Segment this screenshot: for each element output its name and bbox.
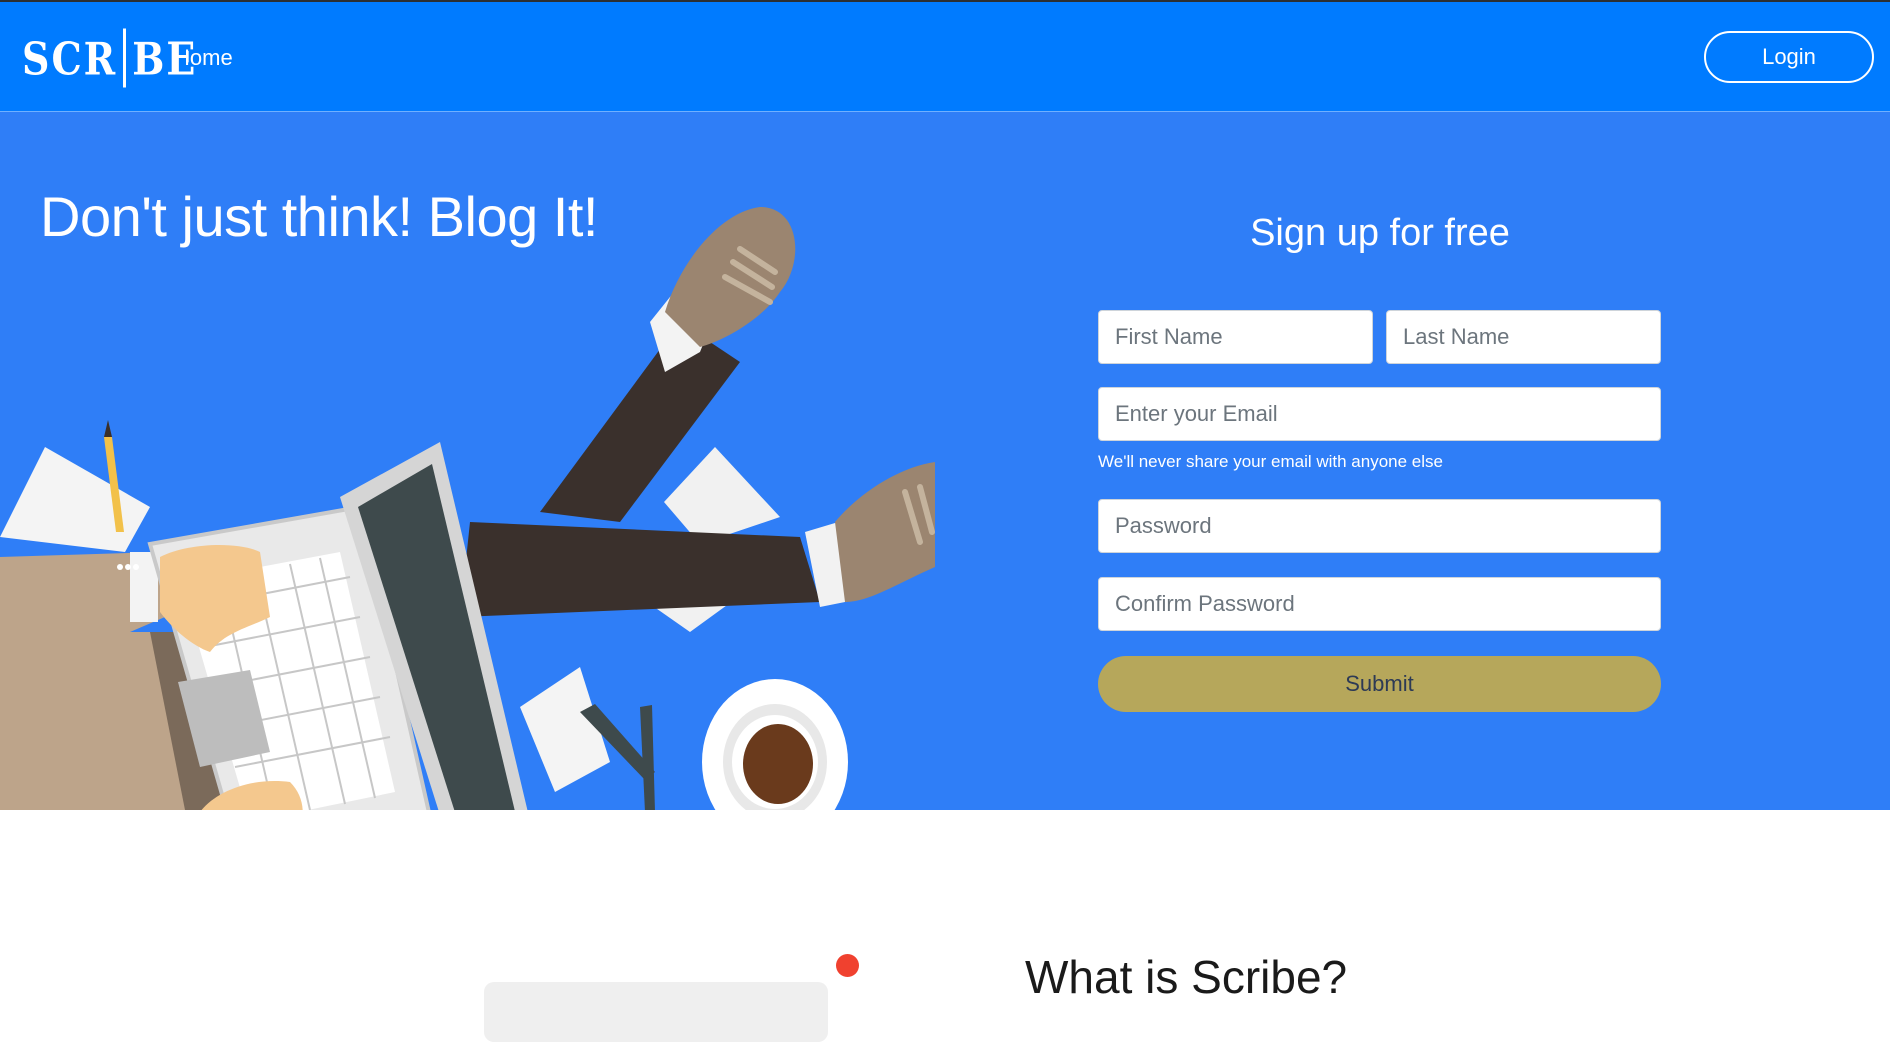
hero-section: Don't just think! Blog It! Sign up for f… (0, 112, 1890, 810)
first-name-field[interactable] (1098, 310, 1373, 364)
nav-home-link[interactable]: Home (174, 45, 233, 71)
last-name-field[interactable] (1386, 310, 1661, 364)
email-field[interactable] (1098, 387, 1661, 441)
red-dot-decoration (836, 954, 859, 977)
hero-title: Don't just think! Blog It! (40, 185, 598, 248)
navbar: SCR BE Home Login (0, 0, 1890, 112)
what-is-scribe-heading: What is Scribe? (1025, 951, 1348, 1003)
login-button[interactable]: Login (1704, 31, 1874, 83)
scribe-logo[interactable]: SCR BE (22, 27, 197, 88)
signup-title: Sign up for free (1250, 212, 1510, 254)
password-field[interactable] (1098, 499, 1661, 553)
email-help-text: We'll never share your email with anyone… (1098, 452, 1443, 471)
feature-card-preview (484, 982, 828, 1042)
submit-button[interactable]: Submit (1098, 656, 1661, 712)
confirm-password-field[interactable] (1098, 577, 1661, 631)
